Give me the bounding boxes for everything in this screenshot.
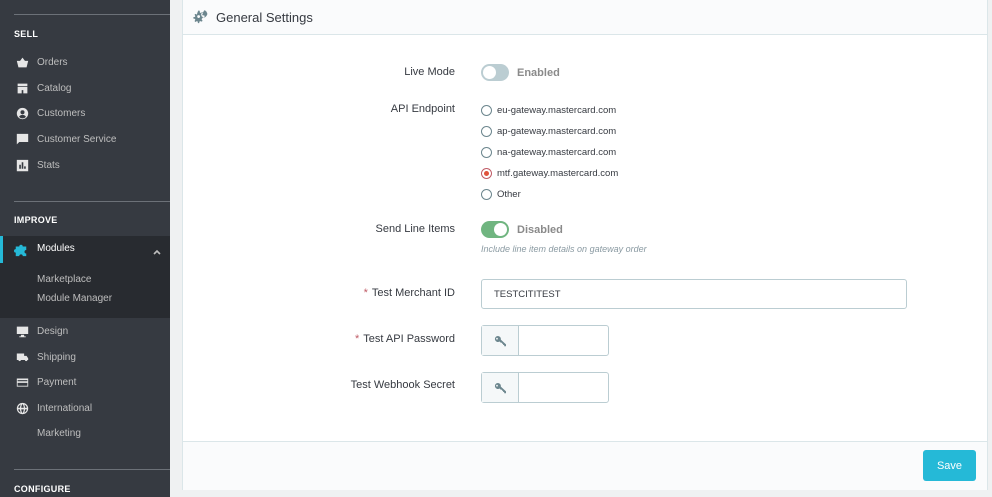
sidebar-item-label: Customers <box>37 107 86 119</box>
truck-icon <box>15 350 29 364</box>
api-password-label: * Test API Password <box>355 333 455 345</box>
sidebar: SELL Orders Catalog Customers Customer S… <box>0 0 170 497</box>
sidebar-item-modules[interactable]: Modules <box>0 236 170 263</box>
bar-chart-icon <box>15 158 29 172</box>
globe-icon <box>15 401 29 415</box>
webhook-secret-group <box>481 372 609 403</box>
sidebar-item-marketing[interactable]: Marketing <box>0 422 170 444</box>
toggle-knob <box>494 223 507 236</box>
merchant-id-input[interactable]: TESTCITITEST <box>481 279 907 309</box>
section-configure: CONFIGURE <box>14 484 71 494</box>
sidebar-item-label: Stats <box>37 159 60 171</box>
sidebar-item-orders[interactable]: Orders <box>0 51 170 73</box>
radio-button-selected[interactable] <box>481 167 492 179</box>
panel-header: General Settings <box>183 0 987 35</box>
sidebar-item-customers[interactable]: Customers <box>0 102 170 124</box>
sidebar-item-label: Customer Service <box>37 133 117 145</box>
radio-button[interactable] <box>481 146 492 158</box>
save-button[interactable]: Save <box>923 450 976 481</box>
radio-mtf-gateway[interactable]: mtf.gateway.mastercard.com <box>481 166 618 180</box>
sidebar-item-label: Payment <box>37 376 77 388</box>
sidebar-item-customer-service[interactable]: Customer Service <box>0 128 170 150</box>
sidebar-item-catalog[interactable]: Catalog <box>0 77 170 99</box>
send-line-items-state: Disabled <box>517 224 563 236</box>
sidebar-subitem-marketplace[interactable]: Marketplace <box>37 274 91 285</box>
sidebar-item-shipping[interactable]: Shipping <box>0 346 170 368</box>
cogs-icon <box>192 9 209 26</box>
sidebar-divider <box>14 14 170 15</box>
send-line-items-label: Send Line Items <box>375 223 456 235</box>
sidebar-item-label: Orders <box>37 56 68 68</box>
radio-label: na-gateway.mastercard.com <box>497 146 617 158</box>
merchant-id-label-text: Test Merchant ID <box>371 287 455 299</box>
api-password-input[interactable] <box>519 326 608 355</box>
store-icon <box>15 81 29 95</box>
key-icon <box>482 326 519 355</box>
basket-icon <box>15 55 29 69</box>
credit-card-icon <box>15 375 29 389</box>
sidebar-item-label: Marketing <box>37 427 81 439</box>
sidebar-item-label: Design <box>37 325 69 337</box>
sidebar-item-label: Modules <box>37 243 75 254</box>
sidebar-item-label: International <box>37 402 93 414</box>
sidebar-divider <box>14 469 170 470</box>
radio-label: Other <box>497 188 521 200</box>
radio-button[interactable] <box>481 188 492 200</box>
live-mode-state: Enabled <box>517 67 560 79</box>
api-password-group <box>481 325 609 356</box>
radio-label: mtf.gateway.mastercard.com <box>497 167 619 179</box>
webhook-secret-label: Test Webhook Secret <box>350 379 455 391</box>
required-mark: * <box>355 333 360 345</box>
send-line-items-help: Include line item details on gateway ord… <box>481 244 647 254</box>
sidebar-item-design[interactable]: Design <box>0 320 170 342</box>
radio-ap-gateway[interactable]: ap-gateway.mastercard.com <box>481 124 616 138</box>
live-mode-toggle[interactable] <box>481 64 509 81</box>
sidebar-item-label: Catalog <box>37 82 72 94</box>
radio-other[interactable]: Other <box>481 187 521 201</box>
key-icon <box>482 373 519 402</box>
modules-submenu: Marketplace Module Manager <box>0 263 170 318</box>
toggle-knob <box>483 66 496 79</box>
general-settings-panel: General Settings Live Mode Enabled API E… <box>182 0 988 490</box>
radio-label: ap-gateway.mastercard.com <box>497 125 617 137</box>
sidebar-subitem-module-manager[interactable]: Module Manager <box>37 293 112 304</box>
sidebar-item-payment[interactable]: Payment <box>0 371 170 393</box>
monitor-icon <box>15 324 29 338</box>
sidebar-item-stats[interactable]: Stats <box>0 154 170 176</box>
user-circle-icon <box>15 106 29 120</box>
radio-na-gateway[interactable]: na-gateway.mastercard.com <box>481 145 616 159</box>
radio-label: eu-gateway.mastercard.com <box>497 104 617 116</box>
api-password-label-text: Test API Password <box>363 333 455 345</box>
sidebar-divider <box>14 201 170 202</box>
section-sell: SELL <box>14 29 39 39</box>
chat-icon <box>15 132 29 146</box>
panel-title: General Settings <box>216 9 313 25</box>
required-mark: * <box>363 287 368 299</box>
active-indicator <box>0 236 3 263</box>
chevron-up-icon[interactable] <box>152 244 162 255</box>
section-improve: IMPROVE <box>14 215 58 225</box>
live-mode-label: Live Mode <box>404 66 455 78</box>
webhook-secret-input[interactable] <box>519 373 608 402</box>
merchant-id-label: * Test Merchant ID <box>364 287 455 299</box>
sidebar-item-international[interactable]: International <box>0 397 170 419</box>
sidebar-item-label: Shipping <box>37 351 76 363</box>
radio-button[interactable] <box>481 125 492 137</box>
send-line-items-toggle[interactable] <box>481 221 509 238</box>
panel-footer: Save <box>183 441 987 490</box>
radio-button[interactable] <box>481 104 492 116</box>
radio-eu-gateway[interactable]: eu-gateway.mastercard.com <box>481 103 616 117</box>
puzzle-icon <box>14 243 28 257</box>
api-endpoint-label: API Endpoint <box>390 103 455 115</box>
